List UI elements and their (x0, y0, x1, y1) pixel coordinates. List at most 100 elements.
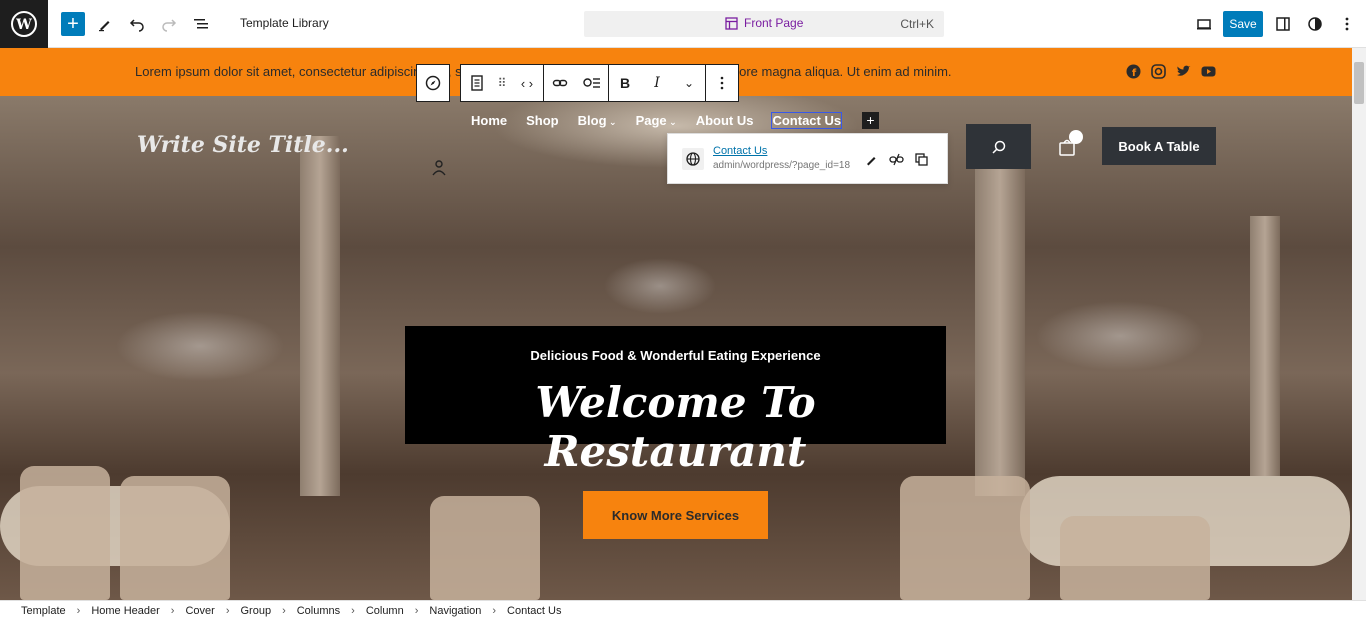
block-breadcrumb: Template › Home Header › Cover › Group › Col… (0, 600, 1366, 620)
decor-chair (20, 466, 110, 600)
settings-sidebar-button[interactable] (1271, 12, 1295, 36)
unlink-button[interactable] (888, 151, 904, 167)
more-formatting-button[interactable]: ⌄ (673, 65, 705, 101)
nav-item-page-label: Page (635, 113, 667, 128)
social-icons: f (1126, 64, 1216, 79)
nav-item-blog-label: Blog (577, 113, 607, 128)
breadcrumb-item[interactable]: Contact Us (507, 605, 561, 617)
breadcrumb-item[interactable]: Template (21, 605, 66, 617)
chevron-right-icon: › (414, 604, 419, 617)
select-parent-button[interactable] (417, 65, 449, 101)
twitter-icon[interactable] (1176, 64, 1191, 79)
youtube-icon[interactable] (1201, 64, 1216, 79)
decor-chair (1060, 516, 1210, 600)
know-more-services-button[interactable]: Know More Services (583, 491, 768, 539)
nav-item-home[interactable]: Home (471, 113, 507, 128)
breadcrumb-item[interactable]: Column (366, 605, 404, 617)
add-submenu-button[interactable] (576, 65, 608, 101)
sidebar-toggle-icon (1276, 17, 1290, 31)
copy-link-button[interactable] (913, 151, 929, 167)
user-account-icon[interactable] (432, 160, 446, 176)
add-block-button[interactable]: + (61, 12, 85, 36)
more-options-icon (1345, 17, 1349, 31)
decor-pillar (300, 136, 340, 496)
cart-count-badge (1069, 130, 1083, 144)
link-button[interactable] (544, 65, 576, 101)
svg-text:W: W (15, 17, 32, 33)
add-nav-item-button[interactable]: + (862, 112, 879, 129)
decor-pillar (1250, 216, 1280, 476)
canvas-scrollbar[interactable] (1352, 48, 1366, 600)
chevron-left-right-icon: ‹ › (520, 75, 534, 91)
chevron-right-icon: › (282, 604, 286, 617)
page-icon (471, 75, 483, 91)
site-title[interactable]: Write Site Title... (137, 132, 349, 158)
command-bar-center: Front Page (725, 16, 803, 30)
block-options-button[interactable] (706, 65, 738, 101)
options-button[interactable] (1335, 12, 1359, 36)
command-bar-shortcut: Ctrl+K (900, 17, 934, 31)
scrollbar-thumb[interactable] (1354, 62, 1364, 104)
primary-navigation: Home Shop Blog ⌄ Page ⌄ About Us Contact… (471, 112, 860, 129)
bold-icon: B (619, 75, 631, 91)
italic-button[interactable]: I (641, 65, 673, 101)
breadcrumb-item[interactable]: Group (240, 605, 271, 617)
nav-item-contact[interactable]: Contact Us (771, 112, 843, 129)
breadcrumb-item[interactable]: Navigation (429, 605, 481, 617)
link-icon (552, 79, 568, 87)
pen-icon (866, 156, 875, 165)
undo-icon (129, 19, 144, 32)
tools-button[interactable] (93, 12, 117, 36)
copy-icon (914, 152, 928, 166)
search-button[interactable] (966, 124, 1031, 169)
undo-button[interactable] (125, 12, 149, 36)
breadcrumb-item[interactable]: Cover (185, 605, 214, 617)
chevron-right-icon: › (76, 604, 81, 617)
link-title[interactable]: Contact Us (713, 145, 767, 157)
chevron-right-icon: › (492, 604, 497, 617)
pen-icon (99, 21, 110, 32)
svg-text:f: f (1132, 68, 1137, 79)
breadcrumb-item[interactable]: Columns (297, 605, 340, 617)
block-type-button[interactable] (461, 65, 493, 101)
chevron-right-icon: › (225, 604, 230, 617)
list-view-icon (194, 19, 208, 29)
command-bar-label: Front Page (744, 16, 804, 30)
book-a-table-button[interactable]: Book A Table (1102, 127, 1216, 165)
compass-icon (425, 75, 441, 91)
chevron-right-icon: › (351, 604, 355, 617)
decor-chair (120, 476, 230, 600)
hero-text-box[interactable]: Delicious Food & Wonderful Eating Experi… (405, 326, 946, 476)
globe-icon (682, 148, 704, 170)
chevron-down-icon: ⌄ (666, 117, 677, 127)
hero-title[interactable]: Welcome To Restaurant (405, 378, 946, 476)
move-button[interactable]: ‹ › (511, 65, 543, 101)
nav-item-page[interactable]: Page ⌄ (636, 113, 677, 128)
nav-item-blog[interactable]: Blog ⌄ (578, 113, 617, 128)
chevron-down-icon: ⌄ (683, 76, 695, 90)
editor-top-bar: W + Template Library Front Page Ctrl+K S… (0, 0, 1366, 48)
more-options-icon (720, 76, 724, 90)
edit-link-button[interactable] (863, 151, 879, 167)
plus-icon: + (67, 13, 79, 35)
styles-button[interactable] (1303, 12, 1327, 36)
wordpress-logo-button[interactable]: W (0, 0, 48, 48)
nav-item-shop[interactable]: Shop (526, 113, 559, 128)
plus-icon: + (866, 112, 875, 128)
command-palette-bar[interactable]: Front Page Ctrl+K (584, 11, 944, 37)
redo-icon (162, 19, 177, 32)
hero-subtitle[interactable]: Delicious Food & Wonderful Eating Experi… (405, 348, 946, 363)
bold-button[interactable]: B (609, 65, 641, 101)
instagram-icon[interactable] (1151, 64, 1166, 79)
save-button[interactable]: Save (1223, 11, 1263, 37)
nav-item-about[interactable]: About Us (696, 113, 754, 128)
redo-button[interactable] (157, 12, 181, 36)
list-view-button[interactable] (189, 12, 213, 36)
breadcrumb-item[interactable]: Home Header (91, 605, 159, 617)
preview-button[interactable] (1192, 12, 1216, 36)
decor-chair (900, 476, 1030, 600)
document-title: Template Library (240, 16, 329, 30)
drag-handle[interactable]: ⠿ (493, 65, 511, 101)
facebook-icon[interactable]: f (1126, 64, 1141, 79)
styles-icon (1308, 17, 1322, 31)
